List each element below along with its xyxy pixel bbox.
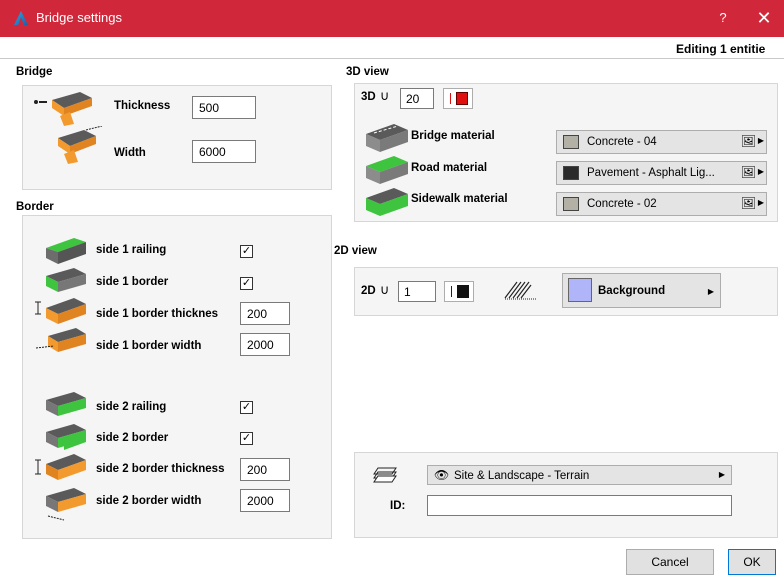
side2-thickness-icon — [35, 454, 86, 480]
arrow-right-icon: ▶ — [757, 198, 764, 207]
fill-name: Background — [598, 285, 666, 297]
bridge-width-icon — [58, 126, 103, 164]
pen-icon: ∪ — [380, 88, 390, 103]
thickness-input[interactable]: 500 — [192, 96, 256, 119]
background-fill-swatch — [568, 278, 592, 302]
cancel-button[interactable]: Cancel — [626, 549, 714, 575]
id-label: ID: — [390, 500, 406, 512]
pen-icon: ∪ — [380, 282, 390, 297]
width-label: Width — [114, 147, 146, 159]
side1-width-icon — [35, 328, 86, 352]
side1-border-icon — [46, 268, 86, 292]
road-material-label: Road material — [411, 162, 488, 174]
road-material-swatch — [563, 166, 579, 180]
pen-3d-input[interactable]: 20 — [400, 88, 434, 109]
side1-width-label: side 1 border width — [96, 340, 202, 352]
side2-railing-icon — [46, 392, 86, 416]
arrow-right-icon: ▶ — [757, 136, 764, 145]
layer-select-button[interactable]: 👁 Site & Landscape - Terrain ▶ — [427, 465, 732, 485]
sidewalk-material-icon — [366, 188, 408, 216]
hatch-pattern-icon[interactable] — [503, 280, 537, 302]
side1-border-checkbox[interactable]: ✓ — [240, 277, 253, 290]
road-material-icon — [366, 156, 408, 184]
bridge-material-button[interactable]: Concrete - 04 🖼 ▶ — [556, 130, 767, 154]
view3d-section-title: 3D view — [346, 66, 389, 78]
window-title: Bridge settings — [36, 10, 122, 25]
side2-width-label: side 2 border width — [96, 495, 202, 507]
bridge-material-name: Concrete - 04 — [587, 136, 657, 148]
side2-thickness-input[interactable]: 200 — [240, 458, 290, 481]
fill-background-button[interactable]: Background ▶ — [562, 273, 721, 308]
pen-3d-color-button[interactable] — [443, 88, 473, 109]
thickness-label: Thickness — [114, 100, 171, 112]
close-button[interactable]: ✕ — [752, 6, 776, 30]
pen-2d-color-button[interactable] — [444, 281, 474, 302]
side1-railing-checkbox[interactable]: ✓ — [240, 245, 253, 258]
bridge-material-icon — [366, 124, 408, 152]
side1-thickness-label: side 1 border thicknes — [96, 308, 219, 320]
side1-railing-icon — [46, 238, 86, 264]
side2-thickness-label: side 2 border thickness — [96, 463, 225, 475]
side1-thickness-icon — [35, 298, 86, 324]
pen-3d-label: 3D — [361, 91, 376, 103]
bridge-thickness-icon — [34, 92, 92, 126]
material-picture-icon: 🖼 — [740, 196, 756, 210]
side2-width-icon — [46, 488, 86, 521]
arrow-right-icon: ▶ — [718, 470, 725, 479]
width-input[interactable]: 6000 — [192, 140, 256, 163]
help-button[interactable]: ? — [713, 8, 733, 28]
side2-border-label: side 2 border — [96, 432, 169, 444]
pen-2d-input[interactable]: 1 — [398, 281, 436, 302]
road-material-button[interactable]: Pavement - Asphalt Lig... 🖼 ▶ — [556, 161, 767, 185]
pen-3d-swatch — [456, 92, 468, 105]
side1-railing-label: side 1 railing — [96, 244, 167, 256]
sidewalk-material-swatch — [563, 197, 579, 211]
pen-2d-label: 2D — [361, 285, 376, 297]
side2-railing-checkbox[interactable]: ✓ — [240, 401, 253, 414]
border-section-title: Border — [16, 201, 54, 213]
bridge-material-label: Bridge material — [411, 130, 495, 142]
side1-thickness-input[interactable]: 200 — [240, 302, 290, 325]
side2-railing-label: side 2 railing — [96, 401, 167, 413]
view2d-section-title: 2D view — [334, 245, 377, 257]
material-picture-icon: 🖼 — [740, 134, 756, 148]
bridge-section-title: Bridge — [16, 66, 53, 78]
road-material-name: Pavement - Asphalt Lig... — [587, 167, 715, 179]
side1-width-input[interactable]: 2000 — [240, 333, 290, 356]
layers-icon — [373, 467, 397, 483]
pen-2d-swatch — [457, 285, 469, 298]
sidewalk-material-label: Sidewalk material — [411, 193, 508, 205]
side2-border-icon — [46, 424, 86, 450]
arrow-right-icon: ▶ — [757, 167, 764, 176]
side2-border-checkbox[interactable]: ✓ — [240, 432, 253, 445]
eye-icon: 👁 — [434, 468, 450, 482]
bridge-material-swatch — [563, 135, 579, 149]
editing-bar — [0, 37, 784, 59]
side1-border-label: side 1 border — [96, 276, 169, 288]
layer-name: Site & Landscape - Terrain — [454, 470, 590, 482]
editing-status: Editing 1 entitie — [676, 42, 766, 56]
sidewalk-material-button[interactable]: Concrete - 02 🖼 ▶ — [556, 192, 767, 216]
arrow-right-icon: ▶ — [707, 287, 714, 296]
side2-width-input[interactable]: 2000 — [240, 489, 290, 512]
ok-button[interactable]: OK — [728, 549, 776, 575]
sidewalk-material-name: Concrete - 02 — [587, 198, 657, 210]
material-picture-icon: 🖼 — [740, 165, 756, 179]
id-input[interactable] — [427, 495, 732, 516]
